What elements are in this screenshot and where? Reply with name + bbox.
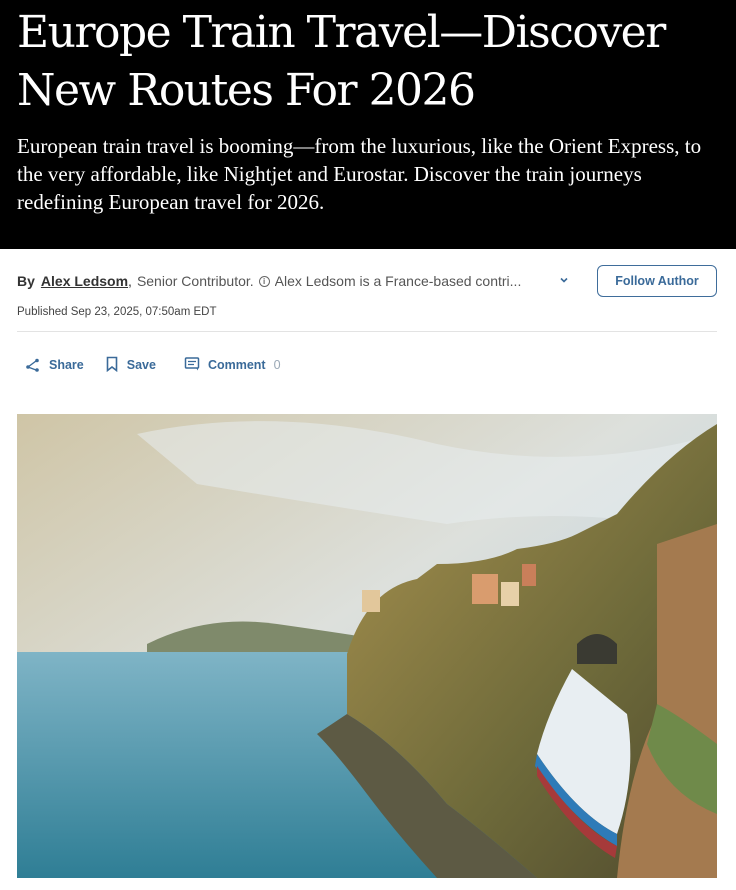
bookmark-icon xyxy=(105,356,127,375)
divider xyxy=(17,331,717,332)
chevron-down-icon[interactable] xyxy=(557,273,571,287)
author-bio: Alex Ledsom is a France-based contri... xyxy=(274,273,522,289)
article-headline: Europe Train Travel—Discover New Routes … xyxy=(17,7,666,116)
save-label: Save xyxy=(126,358,156,372)
follow-author-button[interactable]: Follow Author xyxy=(597,265,717,297)
share-label: Share xyxy=(49,358,84,372)
comment-button[interactable]: Comment 0 xyxy=(184,356,281,375)
article-header: Europe Train Travel—Discover New Routes … xyxy=(0,0,736,249)
by-label: By xyxy=(17,273,35,289)
comment-count: 0 xyxy=(273,358,281,372)
article-actions: Share Save Comment 0 xyxy=(25,355,281,375)
comment-icon xyxy=(184,356,208,375)
published-date: Published Sep 23, 2025, 07:50am EDT xyxy=(17,306,217,318)
info-icon: i xyxy=(258,275,270,287)
save-button[interactable]: Save xyxy=(105,356,156,375)
share-icon xyxy=(25,356,49,375)
byline-comma: , xyxy=(128,273,132,289)
share-button[interactable]: Share xyxy=(25,356,84,375)
hero-image xyxy=(17,414,717,878)
author-role: Senior Contributor. xyxy=(136,273,254,289)
byline: By Alex Ledsom , Senior Contributor. i A… xyxy=(17,270,577,292)
author-link[interactable]: Alex Ledsom xyxy=(41,273,128,289)
article-dek: European train travel is booming—from th… xyxy=(17,134,702,214)
comment-label: Comment xyxy=(207,358,266,372)
